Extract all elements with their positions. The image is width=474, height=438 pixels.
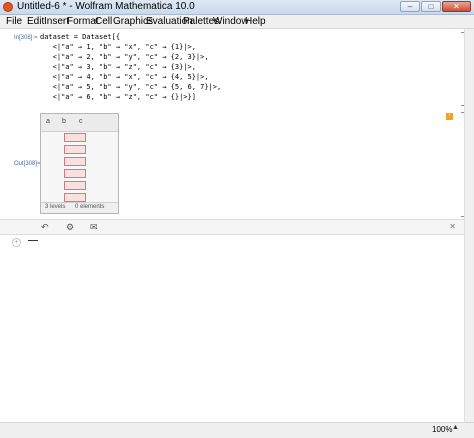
insertion-point — [28, 240, 38, 241]
menu-format[interactable]: Format — [67, 16, 99, 27]
status-bar: 100% ▲ — [0, 422, 474, 438]
undo-icon[interactable]: ↶ — [41, 222, 49, 232]
dataset-row-cell[interactable] — [64, 181, 86, 190]
insert-cell-icon[interactable]: + — [12, 238, 21, 247]
dataset-header: a b c — [41, 114, 118, 132]
dataset-output[interactable]: a b c 3 levels 0 elements — [40, 113, 119, 214]
input-label: In[308]:= — [14, 35, 38, 41]
vertical-scrollbar[interactable] — [464, 29, 474, 422]
zoom-arrow-icon[interactable]: ▲ — [452, 424, 459, 431]
menu-file[interactable]: File — [6, 16, 22, 27]
dataset-row-cell[interactable] — [64, 133, 86, 142]
message-marker-icon[interactable]: ! — [446, 113, 453, 120]
close-button[interactable]: ✕ — [442, 1, 471, 12]
comment-icon[interactable]: ✉ — [90, 222, 98, 232]
column-header-a[interactable]: a — [46, 118, 50, 125]
dataset-row-cell[interactable] — [64, 145, 86, 154]
gear-icon[interactable]: ⚙ — [66, 222, 74, 232]
title-bar: Untitled-6 * - Wolfram Mathematica 10.0 … — [0, 0, 474, 15]
elements-count: 0 elements — [75, 204, 105, 210]
dataset-row-cell[interactable] — [64, 193, 86, 202]
input-code-line[interactable]: dataset = Dataset[{ — [40, 32, 120, 42]
zoom-level[interactable]: 100% — [432, 425, 452, 434]
input-code-line[interactable]: <|"a" → 3, "b" → "z", "c" → {3}|>, — [40, 62, 196, 72]
input-code-line[interactable]: <|"a" → 6, "b" → "z", "c" → {}|>}] — [40, 92, 196, 102]
input-code-line[interactable]: <|"a" → 5, "b" → "y", "c" → {5, 6, 7}|>, — [40, 82, 222, 92]
menu-help[interactable]: Help — [245, 16, 266, 27]
menu-window[interactable]: Window — [213, 16, 249, 27]
dataset-footer: 3 levels 0 elements — [41, 202, 118, 213]
input-code-line[interactable]: <|"a" → 4, "b" → "x", "c" → {4, 5}|>, — [40, 72, 209, 82]
window-title: Untitled-6 * - Wolfram Mathematica 10.0 — [17, 1, 195, 12]
column-header-b[interactable]: b — [62, 118, 66, 125]
menu-edit[interactable]: Edit — [27, 16, 44, 27]
menu-cell[interactable]: Cell — [95, 16, 112, 27]
menu-insert[interactable]: Insert — [44, 16, 69, 27]
input-code-line[interactable]: <|"a" → 2, "b" → "y", "c" → {2, 3}|>, — [40, 52, 209, 62]
suggestions-bar: ↶ ⚙ ✉ ✕ — [0, 219, 474, 235]
minimize-button[interactable]: – — [400, 1, 420, 12]
input-code-line[interactable]: <|"a" → 1, "b" → "x", "c" → {1}|>, — [40, 42, 196, 52]
close-suggestions-icon[interactable]: ✕ — [449, 222, 456, 231]
mathematica-icon — [3, 2, 13, 12]
levels-count: 3 levels — [45, 204, 66, 210]
dataset-row-cell[interactable] — [64, 157, 86, 166]
menu-bar: File Edit Insert Format Cell Graphics Ev… — [0, 15, 474, 29]
dataset-row-cell[interactable] — [64, 169, 86, 178]
output-label: Out[308]= — [14, 161, 41, 167]
maximize-button[interactable]: □ — [421, 1, 441, 12]
column-header-c[interactable]: c — [79, 118, 83, 125]
